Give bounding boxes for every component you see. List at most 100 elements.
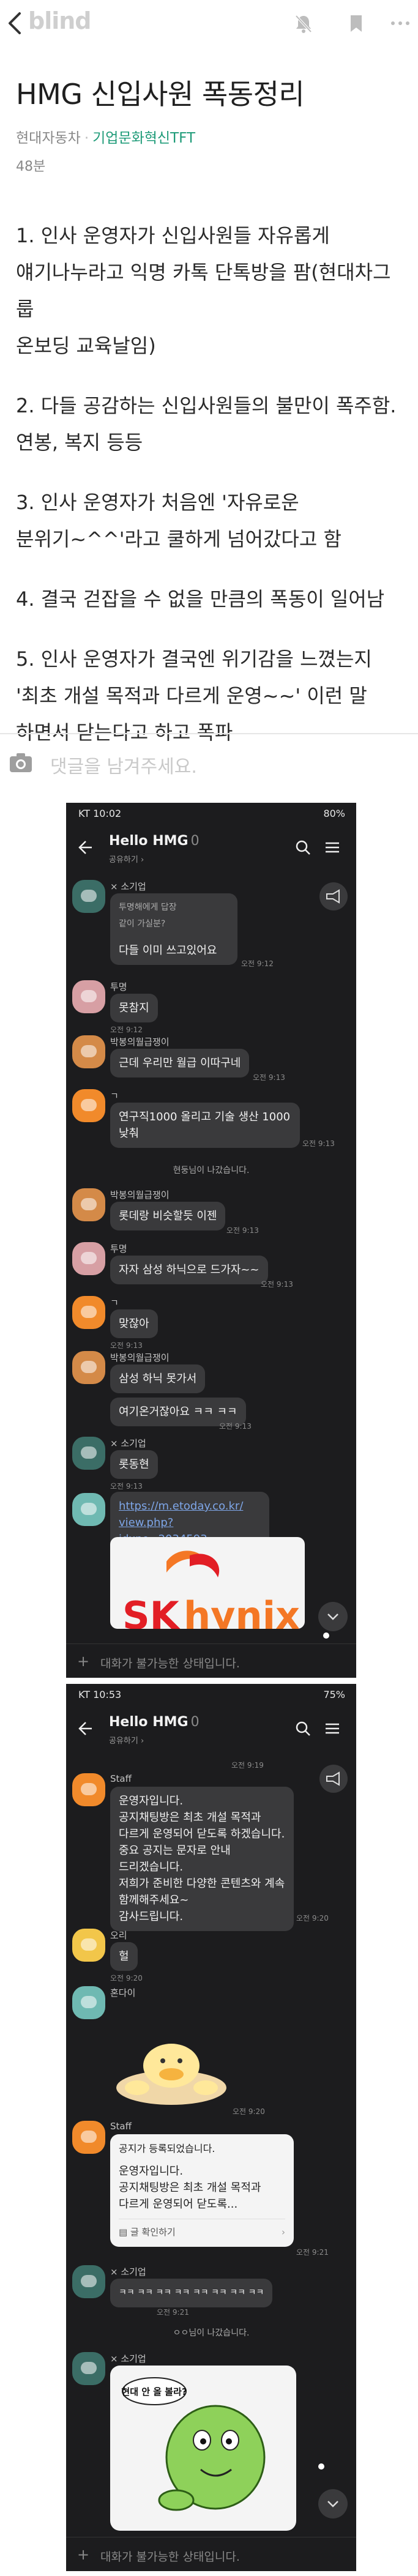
- back-arrow-icon[interactable]: [76, 838, 94, 857]
- message-bubble[interactable]: 삼성 하닉 못가서: [110, 1364, 206, 1393]
- message-line: 드리겠습니다.: [119, 1861, 184, 1874]
- meta-separator: ·: [84, 130, 89, 146]
- notice-footer[interactable]: ▤ 글 확인하기 ›: [119, 2219, 285, 2241]
- paragraph-3: 3. 인사 운영자가 처음엔 '자유로운 분위기~^^'라고 쿨하게 넘어갔다고…: [16, 484, 408, 557]
- notice-button[interactable]: [319, 882, 348, 910]
- avatar[interactable]: [72, 880, 105, 913]
- message-time: 오전 9:12: [241, 959, 274, 968]
- message-bubble[interactable]: 헐: [110, 1942, 138, 1971]
- avatar[interactable]: [72, 2352, 105, 2385]
- message-bubble[interactable]: ㅋㅋ ㅋㅋ ㅋㅋ ㅋㅋ ㅋㅋ ㅋㅋ ㅋㅋ ㅋㅋ: [110, 2279, 273, 2307]
- bell-off-icon[interactable]: [293, 12, 315, 34]
- message-bubble[interactable]: 연구직1000 올리고 기술 생산 1000 낮춰: [110, 1103, 300, 1148]
- topic-link[interactable]: 기업문화혁신TFT: [92, 130, 195, 146]
- comment-input[interactable]: 댓글을 남겨주세요.: [50, 751, 197, 778]
- message-time: 오전 9:20: [233, 2107, 265, 2116]
- body-line: 연봉, 복지 등등: [16, 431, 143, 454]
- avatar[interactable]: [72, 1242, 105, 1275]
- avatar[interactable]: [72, 980, 105, 1013]
- message-bubble[interactable]: 근데 우리만 월급 이따구네: [110, 1049, 250, 1078]
- chevron-down-icon: [327, 1614, 338, 1620]
- comment-bar[interactable]: 댓글을 남겨주세요.: [0, 734, 418, 795]
- message-bubble[interactable]: 못참지: [110, 994, 158, 1022]
- menu-icon[interactable]: [323, 838, 341, 857]
- avatar[interactable]: [72, 1188, 105, 1221]
- notice-card[interactable]: 공지가 등록되었습니다. 운영자입니다. 공지채팅방은 최초 개설 목적과 다르…: [110, 2134, 294, 2247]
- company-name[interactable]: 현대자동차: [16, 130, 81, 146]
- sender-name: ㄱ: [110, 1297, 119, 1308]
- notice-line: 운영자입니다.: [119, 2165, 184, 2178]
- link-text[interactable]: https://m.etoday.co.kr/: [119, 1498, 261, 1514]
- message-line: 운영자입니다.: [119, 1795, 184, 1807]
- search-icon[interactable]: [294, 1719, 312, 1738]
- post-title: HMG 신입사원 폭동정리: [16, 78, 305, 111]
- more-icon[interactable]: [389, 12, 411, 34]
- avatar-face: [81, 1306, 97, 1318]
- status-carrier-time: KT 10:53: [78, 1689, 122, 1700]
- sk-hynix-logo: SK hynix: [122, 1550, 300, 1629]
- scroll-down-button[interactable]: [318, 2489, 348, 2518]
- body-line: 온보딩 교육날임): [16, 334, 156, 357]
- sender-name: 박봉의월급쟁이: [110, 1352, 170, 1363]
- sender-name: 박봉의월급쟁이: [110, 1189, 170, 1201]
- paragraph-1: 1. 인사 운영자가 신입사원들 자유롭게 얘기나누라고 익명 카톡 단톡방을 …: [16, 217, 408, 364]
- message-time: 오전 9:21: [157, 2308, 189, 2317]
- message-bubble[interactable]: 롯데랑 비슷할듯 이젠: [110, 1202, 226, 1230]
- avatar[interactable]: [72, 1035, 105, 1068]
- message-line: 공지채팅방은 최초 개설 목적과: [119, 1811, 261, 1824]
- message-bubble[interactable]: 맞잖아: [110, 1309, 158, 1338]
- sender-name: ㄱ: [110, 1090, 119, 1101]
- avatar[interactable]: [72, 1929, 105, 1962]
- message-bubble[interactable]: 롯동현: [110, 1450, 158, 1479]
- avatar[interactable]: [72, 2265, 105, 2298]
- search-icon[interactable]: [294, 838, 312, 857]
- avatar[interactable]: [72, 1437, 105, 1470]
- reply-bubble[interactable]: 투명해에게 답장 같이 가실분? 다들 이미 쓰고있어요: [110, 893, 237, 965]
- sticker-card[interactable]: 현대 안 올 볼라?: [110, 2366, 296, 2531]
- share-link[interactable]: 공유하기 ›: [109, 853, 144, 865]
- avatar[interactable]: [72, 1089, 105, 1122]
- message-time: 오전 9:12: [110, 1026, 143, 1034]
- message-time: 오전 9:13: [261, 1280, 293, 1289]
- back-arrow-icon[interactable]: [76, 1719, 94, 1738]
- message-bubble[interactable]: 운영자입니다. 공지채팅방은 최초 개설 목적과 다르게 운영되어 닫도록 하겠…: [110, 1787, 294, 1931]
- avatar[interactable]: [72, 1296, 105, 1329]
- scroll-down-button[interactable]: [318, 1602, 348, 1631]
- avatar[interactable]: [72, 1493, 105, 1526]
- message-time: 오전 9:13: [226, 1226, 259, 1235]
- avatar[interactable]: [72, 1986, 105, 2019]
- message-text: 다들 이미 쓰고있어요: [119, 944, 217, 957]
- avatar-face: [81, 1252, 97, 1264]
- message-line: 다르게 운영되어 닫도록 하겠습니다.: [119, 1828, 285, 1841]
- chat-room-name: Hello HMG 0: [109, 1714, 200, 1730]
- bookmark-icon[interactable]: [345, 12, 367, 34]
- notice-button[interactable]: [319, 1765, 348, 1793]
- avatar-face: [81, 990, 97, 1002]
- back-chevron-icon[interactable]: [6, 11, 23, 35]
- staff-avatar[interactable]: [72, 2121, 105, 2154]
- menu-icon[interactable]: [323, 1719, 341, 1738]
- message-bubble[interactable]: 자자 삼성 하닉으로 드가자~~: [110, 1256, 268, 1284]
- sender-name: × 소기업: [110, 881, 146, 892]
- chat-header: Hello HMG 0 공유하기 ›: [66, 1706, 356, 1760]
- chevron-right-icon: ›: [282, 2227, 285, 2238]
- message-time: 오전 9:13: [253, 1073, 285, 1082]
- share-link[interactable]: 공유하기 ›: [109, 1734, 144, 1746]
- top-bar: blind: [0, 0, 418, 47]
- sender-name: 투명: [110, 1243, 127, 1254]
- sticker-character: 현대 안 올 볼라?: [121, 2377, 266, 2511]
- staff-avatar[interactable]: [72, 1773, 105, 1806]
- brand-logo[interactable]: blind: [28, 7, 92, 34]
- paragraph-4: 4. 결국 걷잡을 수 없을 만큼의 폭동이 일어남: [16, 581, 408, 617]
- chat-title: Hello HMG: [109, 1714, 188, 1730]
- sticker-duck[interactable]: [110, 2014, 233, 2112]
- member-count: 0: [190, 833, 200, 849]
- status-bar: KT 10:02 80%: [66, 803, 356, 825]
- body-line: 4. 결국 걷잡을 수 없을 만큼의 폭동이 일어남: [16, 587, 385, 611]
- chat-input-bar: + 대화가 불가능한 상태입니다.: [66, 1644, 356, 1678]
- link-preview-card[interactable]: SK hynix: [110, 1537, 305, 1629]
- camera-icon[interactable]: [9, 751, 33, 773]
- sender-name: 오리: [110, 1930, 127, 1941]
- avatar[interactable]: [72, 1351, 105, 1384]
- megaphone-icon: [326, 889, 340, 904]
